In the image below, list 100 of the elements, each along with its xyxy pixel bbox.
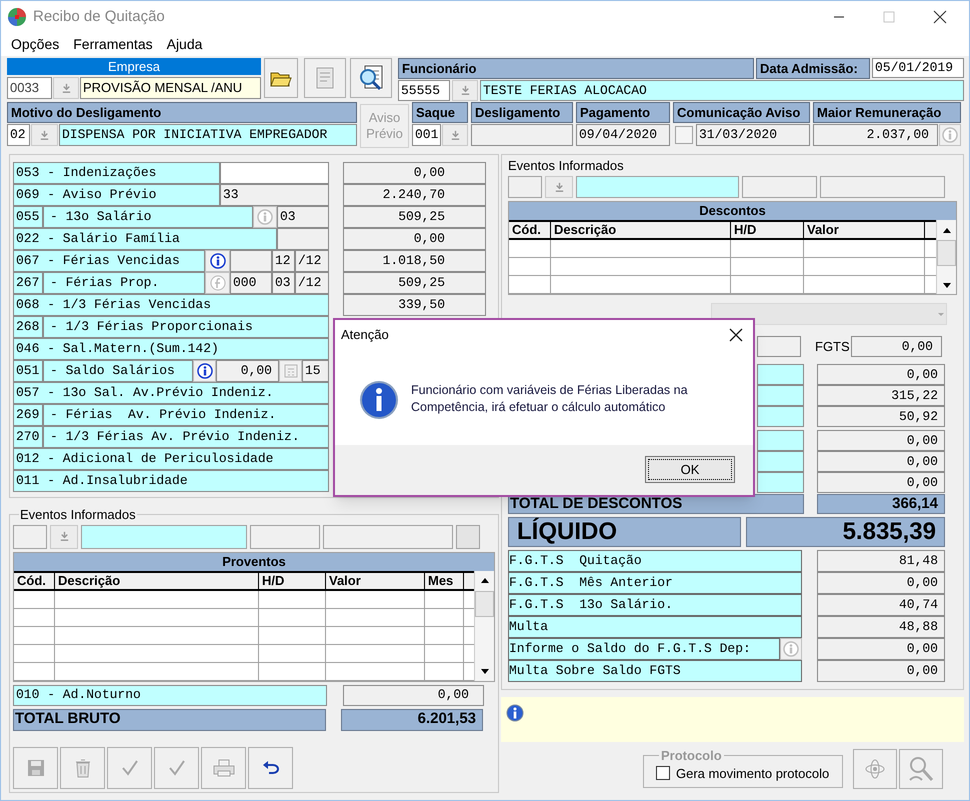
lookup-button[interactable]: [545, 176, 573, 198]
close-icon: [729, 328, 743, 342]
amount-field: 48,88: [817, 616, 945, 638]
download-arrow-icon: [39, 130, 50, 140]
item-label: F.G.T.S Mês Anterior: [508, 572, 802, 594]
info-icon: [783, 641, 799, 657]
amount-field: 0,00: [343, 684, 484, 706]
input-field[interactable]: [220, 162, 329, 184]
table-title: Descontos: [509, 202, 956, 220]
checkbox-label: Gera movimento protocolo: [676, 764, 830, 783]
item-label: Informe o Saldo do F.G.T.S Dep:: [508, 638, 780, 660]
date-field[interactable]: 09/04/2020: [576, 124, 670, 146]
ok-button[interactable]: OK: [645, 456, 735, 483]
input-field[interactable]: [576, 176, 739, 198]
code-field[interactable]: 02: [7, 124, 30, 146]
amount-field: 315,22: [817, 385, 945, 406]
input-field[interactable]: [742, 176, 817, 198]
maximize-icon: [883, 11, 895, 23]
menu-item[interactable]: Ferramentas: [73, 34, 153, 55]
toolbar-button[interactable]: [264, 58, 298, 98]
item-label: 011 - Ad.Insalubridade: [13, 470, 329, 492]
item-label: [757, 472, 804, 493]
section-header: Comunicação Aviso: [673, 102, 810, 123]
info-button[interactable]: [205, 250, 230, 272]
amount-field: 40,74: [817, 594, 945, 616]
total-value: 5.835,39: [746, 517, 945, 547]
column-header: Descrição: [55, 572, 259, 588]
group-label: Eventos Informados: [508, 158, 625, 174]
amount-field: 0,00: [817, 472, 945, 493]
input-field[interactable]: [230, 250, 272, 272]
scrollbar[interactable]: [936, 220, 956, 294]
scrollbar-thumb[interactable]: [475, 590, 494, 616]
menu-item[interactable]: Opções: [11, 34, 60, 55]
input-field[interactable]: [508, 176, 542, 198]
reason-field[interactable]: DISPENSA POR INICIATIVA EMPREGADOR: [59, 124, 357, 146]
dropdown[interactable]: [711, 303, 947, 325]
checkbox[interactable]: [656, 766, 670, 780]
input-field[interactable]: [250, 524, 320, 548]
input-field[interactable]: 12: [272, 250, 295, 272]
amount-field: 339,50: [343, 294, 486, 316]
group-label: Protocolo: [660, 747, 723, 765]
input-field[interactable]: 03: [277, 206, 329, 228]
code-field[interactable]: 55555: [398, 80, 450, 101]
input-field[interactable]: [323, 524, 453, 548]
amount-field: 509,25: [343, 206, 486, 228]
input-field[interactable]: /12: [295, 272, 329, 294]
lookup-button[interactable]: [53, 77, 79, 99]
amount-field[interactable]: 0,00: [851, 336, 942, 357]
date-field[interactable]: [471, 124, 573, 146]
column-header: Descrição: [551, 222, 731, 238]
input-field[interactable]: 03: [272, 272, 295, 294]
lookup-button[interactable]: [50, 524, 78, 548]
amount-field[interactable]: 2.037,00: [813, 124, 938, 146]
total-label: LÍQUIDO: [508, 517, 741, 547]
input-field[interactable]: 15: [302, 360, 329, 382]
input-field[interactable]: [456, 524, 480, 548]
input-field[interactable]: [13, 524, 47, 548]
field-label: FGTS: [815, 338, 851, 356]
checkbox[interactable]: [675, 126, 693, 144]
item-label: - Férias Av. Prévio Indeniz.: [43, 404, 329, 426]
menu-item[interactable]: Ajuda: [166, 34, 202, 55]
lookup-button[interactable]: [442, 124, 468, 146]
item-label: - 13o Salário: [43, 206, 253, 228]
scrollbar[interactable]: [474, 570, 494, 680]
formula-icon: [210, 275, 226, 291]
toolbar-button[interactable]: [350, 58, 392, 98]
amount-field[interactable]: 0,00: [216, 360, 279, 382]
up-arrow-icon: [942, 228, 950, 232]
input-field[interactable]: 000: [230, 272, 272, 294]
recycle-bin-icon: [74, 758, 92, 778]
input-field[interactable]: [820, 176, 945, 198]
scrollbar-thumb[interactable]: [937, 240, 956, 266]
column-header: H/D: [731, 222, 804, 238]
lookup-button[interactable]: [31, 124, 58, 146]
item-label: - 1/3 Férias Proporcionais: [43, 316, 329, 338]
code-field[interactable]: 001: [412, 124, 442, 146]
lookup-button[interactable]: [452, 80, 478, 101]
info-button[interactable]: [193, 360, 216, 382]
input-field[interactable]: [757, 336, 801, 357]
section-header: Funcionário: [398, 58, 754, 79]
input-field[interactable]: [81, 524, 247, 548]
item-label: 057 - 13o Sal. Av.Prévio Indeniz.: [13, 382, 329, 404]
toolbar-button[interactable]: [248, 746, 293, 788]
down-arrow-icon: [942, 282, 950, 288]
date-field[interactable]: 05/01/2019: [872, 58, 964, 78]
input-field[interactable]: /12: [295, 250, 329, 272]
employee-field[interactable]: TESTE FERIAS ALOCACAO: [480, 80, 964, 101]
company-field[interactable]: PROVISÃO MENSAL /ANU: [80, 77, 261, 99]
item-label: [757, 406, 804, 427]
amount-field: 0,00: [343, 162, 486, 184]
dialog-title: Atenção: [341, 326, 389, 344]
column-header: Mes: [425, 572, 464, 588]
item-label: F.G.T.S Quitação: [508, 550, 802, 572]
input-field[interactable]: 33: [220, 184, 329, 206]
code-field[interactable]: 0033: [7, 77, 52, 99]
date-field[interactable]: 31/03/2020: [696, 124, 810, 146]
input-field[interactable]: [277, 228, 329, 250]
atom-icon: [864, 758, 886, 780]
item-label: 012 - Adicional de Periculosidade: [13, 448, 329, 470]
item-label: 022 - Salário Família: [13, 228, 277, 250]
